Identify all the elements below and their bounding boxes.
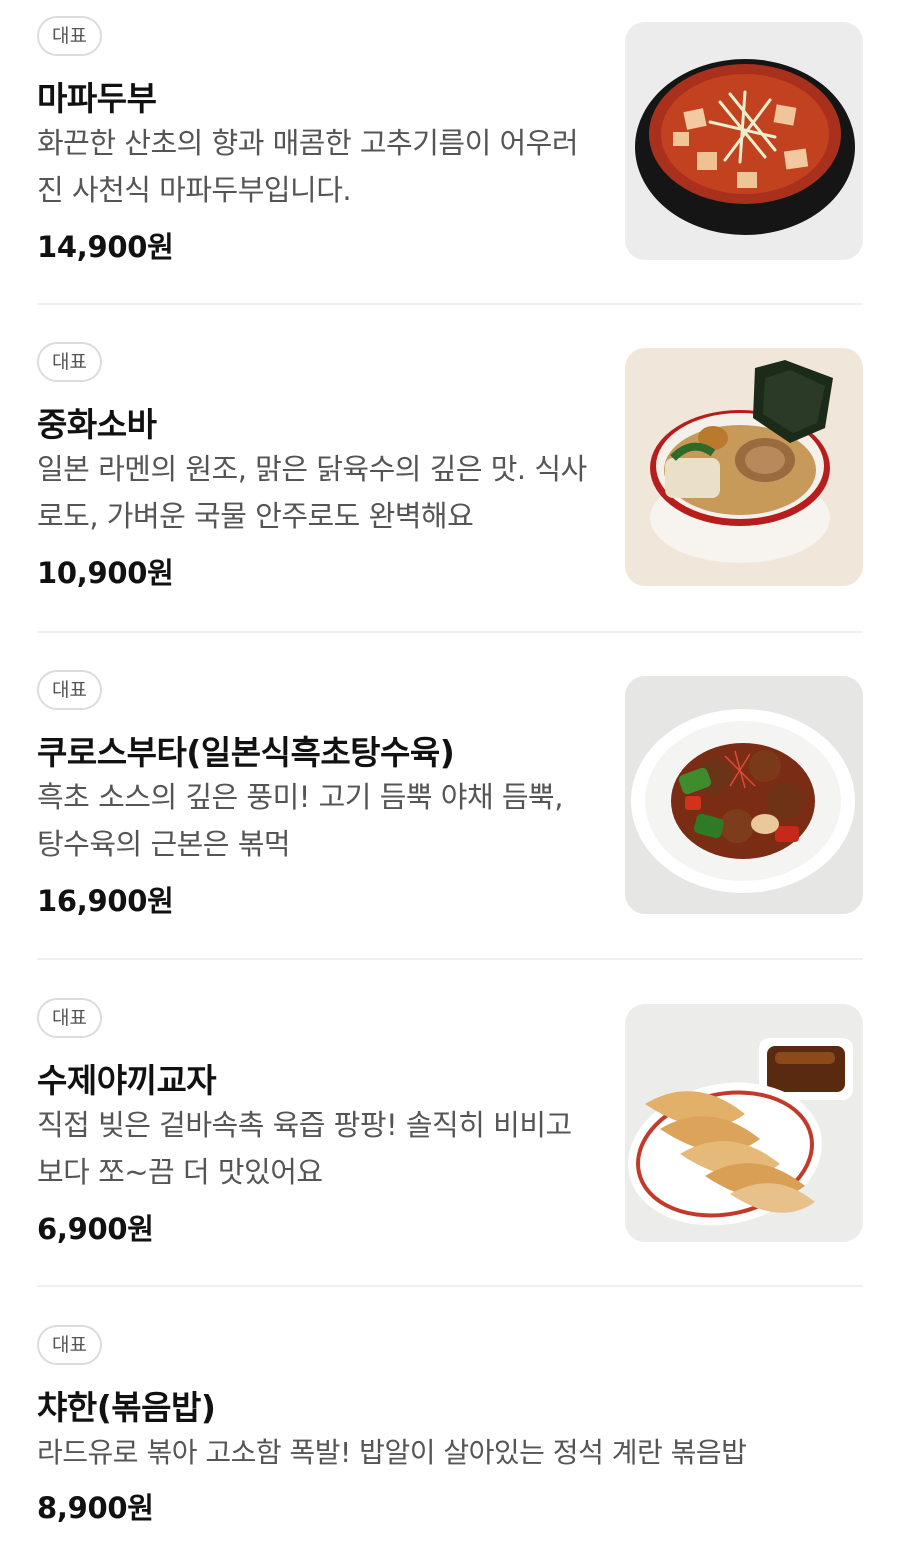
menu-item-mapo-tofu[interactable]: 대표 마파두부 화끈한 산초의 향과 매콤한 고추기름이 어우러진 사천식 마파… [37, 16, 863, 276]
menu-item-gyoza[interactable]: 대표 수제야끼교자 직접 빚은 겉바속촉 육즙 팡팡! 솔직히 비비고보다 쪼~… [37, 998, 863, 1258]
menu-list: 대표 마파두부 화끈한 산초의 향과 매콤한 고추기름이 어우러진 사천식 마파… [0, 0, 900, 1566]
menu-item-price: 16,900원 [37, 884, 174, 918]
menu-item-price: 8,900원 [37, 1491, 154, 1525]
menu-item-name: 마파두부 [37, 79, 157, 118]
divider [37, 1285, 863, 1287]
signature-badge: 대표 [37, 998, 102, 1038]
menu-item-fried-rice[interactable]: 대표 챠한(볶음밥) 라드유로 볶아 고소함 폭발! 밥알이 살아있는 정석 계… [37, 1325, 863, 1535]
divider [37, 958, 863, 960]
menu-item-kurosu-buta[interactable]: 대표 쿠로스부타(일본식흑초탕수육) 흑초 소스의 깊은 풍미! 고기 듬뿍 야… [37, 670, 863, 930]
signature-badge: 대표 [37, 342, 102, 382]
signature-badge: 대표 [37, 670, 102, 710]
menu-item-price: 6,900원 [37, 1212, 154, 1246]
menu-item-description: 일본 라멘의 원조, 맑은 닭육수의 깊은 맛. 식사로도, 가벼운 국물 안주… [37, 452, 587, 533]
ramen-photo[interactable] [625, 348, 863, 586]
signature-badge: 대표 [37, 1325, 102, 1365]
divider [37, 303, 863, 305]
divider [37, 631, 863, 633]
menu-item-name: 수제야끼교자 [37, 1061, 217, 1100]
menu-item-description: 라드유로 볶아 고소함 폭발! 밥알이 살아있는 정석 계란 볶음밥 [37, 1436, 747, 1469]
menu-item-description: 화끈한 산초의 향과 매콤한 고추기름이 어우러진 사천식 마파두부입니다. [37, 126, 579, 207]
menu-item-price: 14,900원 [37, 230, 174, 264]
menu-item-description: 직접 빚은 겉바속촉 육즙 팡팡! 솔직히 비비고보다 쪼~끔 더 맛있어요 [37, 1108, 572, 1189]
menu-item-price: 10,900원 [37, 556, 174, 590]
menu-item-name: 쿠로스부타(일본식흑초탕수육) [37, 733, 455, 772]
gyoza-photo[interactable] [625, 1004, 863, 1242]
menu-item-name: 중화소바 [37, 405, 157, 444]
menu-item-name: 챠한(볶음밥) [37, 1388, 216, 1427]
sweet-sour-pork-photo[interactable] [625, 676, 863, 914]
mapo-tofu-photo[interactable] [625, 22, 863, 260]
signature-badge: 대표 [37, 16, 102, 56]
menu-item-description: 흑초 소스의 깊은 풍미! 고기 듬뿍 야채 듬뿍, 탕수육의 근본은 볶먹 [37, 780, 563, 861]
menu-item-chuka-soba[interactable]: 대표 중화소바 일본 라멘의 원조, 맑은 닭육수의 깊은 맛. 식사로도, 가… [37, 342, 863, 602]
